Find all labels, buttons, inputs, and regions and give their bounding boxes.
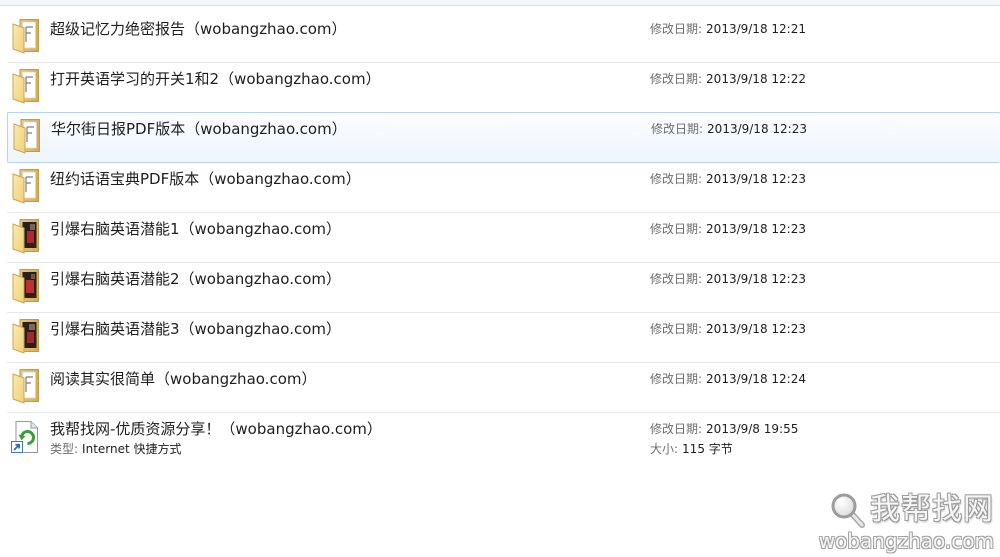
modified-date-value: 2013/9/18 12:23 xyxy=(706,172,806,186)
item-type-value: Internet 快捷方式 xyxy=(82,442,182,456)
modified-date: 修改日期: 2013/9/18 12:24 xyxy=(650,372,806,387)
file-row[interactable]: 纽约话语宝典PDF版本（wobangzhao.com） 修改日期: 2013/9/… xyxy=(7,163,1000,213)
column-header-strip xyxy=(0,0,1000,6)
item-name: 引爆右脑英语潜能1（wobangzhao.com） xyxy=(50,220,342,238)
folder-icon xyxy=(12,168,40,204)
item-name: 纽约话语宝典PDF版本（wobangzhao.com） xyxy=(50,170,361,188)
folder-icon xyxy=(12,368,40,404)
item-name: 打开英语学习的开关1和2（wobangzhao.com） xyxy=(50,70,381,88)
modified-date-value: 2013/9/18 12:24 xyxy=(706,372,806,386)
item-type: 类型: Internet 快捷方式 xyxy=(50,442,182,457)
modified-date-value: 2013/9/18 12:21 xyxy=(706,22,806,36)
file-row[interactable]: 阅读其实很简单（wobangzhao.com） 修改日期: 2013/9/18 1… xyxy=(7,363,1000,413)
file-row[interactable]: 引爆右脑英语潜能2（wobangzhao.com） 修改日期: 2013/9/18… xyxy=(7,263,1000,313)
modified-date-label: 修改日期: xyxy=(650,222,703,236)
item-size-value: 115 字节 xyxy=(682,442,733,456)
file-row[interactable]: 引爆右脑英语潜能1（wobangzhao.com） 修改日期: 2013/9/18… xyxy=(7,213,1000,263)
modified-date: 修改日期: 2013/9/18 12:21 xyxy=(650,22,806,37)
modified-date-label: 修改日期: xyxy=(651,122,704,136)
modified-date-label: 修改日期: xyxy=(650,372,703,386)
modified-date-label: 修改日期: xyxy=(650,322,703,336)
watermark-brand: 我帮找网 xyxy=(870,492,994,527)
file-list: 超级记忆力绝密报告（wobangzhao.com） 修改日期: 2013/9/18… xyxy=(7,13,1000,465)
item-size: 大小: 115 字节 xyxy=(650,442,733,457)
internet-shortcut-icon xyxy=(10,420,40,454)
modified-date-value: 2013/9/18 12:23 xyxy=(706,272,806,286)
file-row[interactable]: 打开英语学习的开关1和2（wobangzhao.com） 修改日期: 2013/9… xyxy=(7,63,1000,113)
modified-date-value: 2013/9/8 19:55 xyxy=(706,422,799,436)
item-name: 超级记忆力绝密报告（wobangzhao.com） xyxy=(50,20,347,38)
watermark: 我帮找网 wobangzhao.com xyxy=(819,491,994,553)
watermark-domain: wobangzhao.com xyxy=(818,529,994,553)
modified-date: 修改日期: 2013/9/18 12:23 xyxy=(650,322,806,337)
modified-date-label: 修改日期: xyxy=(650,422,703,436)
file-row[interactable]: 我帮找网-优质资源分享！（wobangzhao.com） 修改日期: 2013/9… xyxy=(7,413,1000,465)
folder-with-images-icon xyxy=(12,218,40,254)
item-name: 阅读其实很简单（wobangzhao.com） xyxy=(50,370,317,388)
folder-icon xyxy=(12,68,40,104)
folder-icon xyxy=(13,118,41,154)
modified-date: 修改日期: 2013/9/8 19:55 xyxy=(650,422,798,437)
item-name: 引爆右脑英语潜能3（wobangzhao.com） xyxy=(50,320,342,338)
folder-with-images-icon xyxy=(12,268,40,304)
item-name: 引爆右脑英语潜能2（wobangzhao.com） xyxy=(50,270,342,288)
file-row-hovered[interactable]: 华尔街日报PDF版本（wobangzhao.com） 修改日期: 2013/9/1… xyxy=(7,112,1000,163)
file-row[interactable]: 超级记忆力绝密报告（wobangzhao.com） 修改日期: 2013/9/18… xyxy=(7,13,1000,63)
modified-date: 修改日期: 2013/9/18 12:23 xyxy=(650,222,806,237)
modified-date: 修改日期: 2013/9/18 12:23 xyxy=(651,122,807,137)
modified-date-label: 修改日期: xyxy=(650,22,703,36)
item-name: 华尔街日报PDF版本（wobangzhao.com） xyxy=(51,120,347,138)
modified-date-value: 2013/9/18 12:23 xyxy=(706,322,806,336)
modified-date: 修改日期: 2013/9/18 12:23 xyxy=(650,272,806,287)
item-size-label: 大小: xyxy=(650,442,679,456)
modified-date-value: 2013/9/18 12:23 xyxy=(707,122,807,136)
modified-date-value: 2013/9/18 12:22 xyxy=(706,72,806,86)
modified-date-label: 修改日期: xyxy=(650,172,703,186)
file-row[interactable]: 引爆右脑英语潜能3（wobangzhao.com） 修改日期: 2013/9/18… xyxy=(7,313,1000,363)
item-name: 我帮找网-优质资源分享！（wobangzhao.com） xyxy=(50,420,382,438)
item-type-label: 类型: xyxy=(50,442,79,456)
magnifier-icon xyxy=(828,491,866,529)
modified-date-value: 2013/9/18 12:23 xyxy=(706,222,806,236)
modified-date: 修改日期: 2013/9/18 12:22 xyxy=(650,72,806,87)
modified-date-label: 修改日期: xyxy=(650,272,703,286)
folder-with-images-icon xyxy=(12,318,40,354)
modified-date: 修改日期: 2013/9/18 12:23 xyxy=(650,172,806,187)
folder-icon xyxy=(12,18,40,54)
modified-date-label: 修改日期: xyxy=(650,72,703,86)
